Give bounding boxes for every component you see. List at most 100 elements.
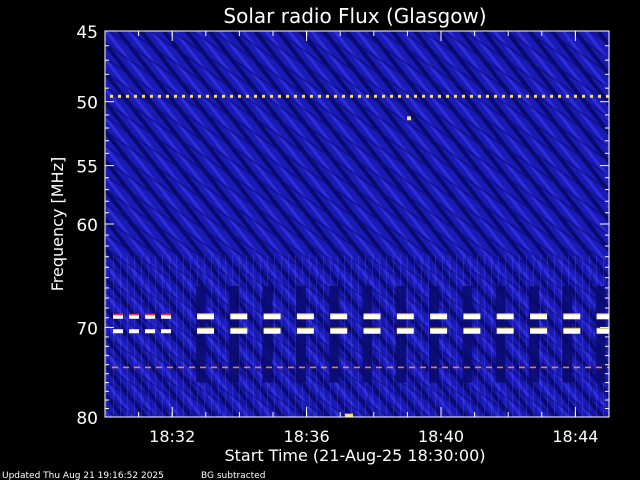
burst-dot [142,94,145,98]
burst-edge [197,327,214,329]
burst-segment [129,329,139,334]
burst-segment [145,314,155,319]
burst-edge [630,313,640,314]
x-tick-label: 18:32 [149,427,195,446]
burst-dot [134,94,137,98]
burst-dot [190,94,193,98]
spectrogram-figure: Solar radio Flux (Glasgow) 45 50 55 60 70 80 … [0,0,640,480]
burst-edge [197,313,214,315]
burst-dash [497,366,503,369]
burst-dash [519,366,525,369]
burst-edge [230,313,248,315]
burst-dash [200,366,206,369]
burst-segment [463,328,481,334]
burst-dot [526,94,529,98]
burst-edge [630,328,640,329]
footer-updated: Updated Thu Aug 21 19:16:52 2025 [2,471,164,480]
burst-dash [442,366,448,369]
burst-segment [496,314,514,320]
burst-segment [530,314,547,320]
burst-dash [277,366,283,369]
burst-segment [197,328,214,334]
burst-segment [563,328,581,334]
burst-dash [420,366,426,369]
burst-dash [332,366,338,369]
burst-dot [390,94,393,98]
y-tick-label: 70 [76,319,98,339]
burst-dash [475,366,481,369]
burst-segment [263,314,281,320]
burst-dash [563,366,569,369]
burst-edge [463,327,481,329]
burst-dash [145,366,151,369]
burst-dot [598,94,601,98]
burst-dot [534,94,537,98]
x-tick-label: 18:44 [552,427,598,446]
burst-segment [463,314,481,320]
burst-segment [230,314,248,320]
burst-dash [189,366,195,369]
burst-dot [518,94,521,98]
burst-segment [145,329,155,334]
burst-dot [550,94,553,98]
burst-segment [596,328,609,334]
burst-dash [156,366,162,369]
burst-dash [299,366,305,369]
burst-dash [376,366,382,369]
burst-segment [430,328,448,334]
burst-segment [230,328,248,334]
burst-segment [161,329,171,334]
burst-dot [118,94,121,98]
spectrogram-svg: Solar radio Flux (Glasgow) 455055607080 … [2,4,640,480]
burst-dash [398,366,404,369]
burst-edge [430,313,448,315]
burst-edge [296,327,314,329]
burst-segment [363,328,381,334]
burst-dot [158,94,161,98]
burst-dash [167,366,173,369]
burst-dot [502,94,505,98]
burst-dot [174,94,177,98]
burst-dot [286,94,289,98]
burst-dot [166,94,169,98]
burst-dash [530,366,536,369]
y-tick-label: 50 [76,94,98,114]
burst-dash [321,366,327,369]
burst-dash [134,366,140,369]
burst-dash [508,366,514,369]
burst-segment [396,314,414,320]
burst-edge [330,313,348,315]
burst-segment [330,328,348,334]
burst-segment [530,328,547,334]
burst-edge [396,327,414,329]
burst-dash [222,366,228,369]
burst-segment [330,314,348,320]
chart-title: Solar radio Flux (Glasgow) [223,4,486,28]
burst-dash [596,366,602,369]
burst-dash [112,366,118,369]
y-tick-label: 45 [76,23,98,43]
hot-pixel [407,116,411,121]
burst-dot [510,94,513,98]
burst-dot [350,94,353,98]
burst-dot [230,94,233,98]
burst-dot [454,94,457,98]
burst-dash [574,366,580,369]
burst-dash [431,366,437,369]
burst-edge [530,313,547,315]
burst-dash [409,366,415,369]
burst-dot [358,94,361,98]
burst-dot [326,94,329,98]
burst-segment [113,314,123,319]
burst-dot [342,94,345,98]
burst-dot [126,94,129,98]
burst-dash [585,366,591,369]
burst-dot [318,94,321,98]
footer-mode: BG subtracted [201,471,265,480]
burst-edge [363,327,381,329]
burst-dot [382,94,385,98]
burst-dot [406,94,409,98]
burst-dot [182,94,185,98]
y-axis-label: Frequency [MHz] [48,157,67,291]
burst-segment [296,328,314,334]
